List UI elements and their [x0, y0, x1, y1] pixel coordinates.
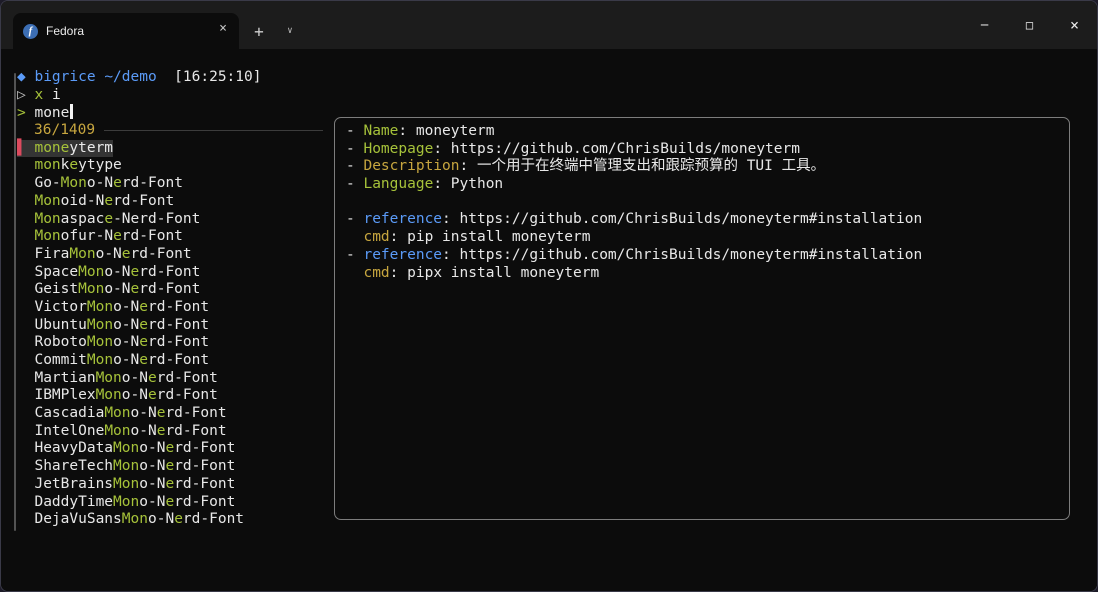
fzf-gutter	[17, 317, 34, 333]
fzf-gutter	[17, 440, 34, 456]
fzf-gutter	[17, 334, 34, 350]
prompt-username: bigrice	[34, 69, 95, 85]
fzf-gutter	[17, 228, 34, 244]
fzf-gutter	[17, 476, 34, 492]
new-tab-button[interactable]: +	[245, 17, 273, 45]
fzf-query-input[interactable]: > mone	[17, 104, 323, 122]
close-icon: ×	[1070, 16, 1079, 34]
fzf-gutter	[17, 246, 34, 262]
preview-line: - Name: moneyterm	[346, 123, 1058, 141]
list-item[interactable]: MartianMono-Nerd-Font	[17, 370, 323, 388]
tab-fedora[interactable]: f Fedora ×	[13, 13, 239, 49]
list-item[interactable]: HeavyDataMono-Nerd-Font	[17, 440, 323, 458]
preview-panel: - Name: moneyterm- Homepage: https://git…	[334, 117, 1070, 520]
maximize-button[interactable]: □	[1007, 1, 1052, 49]
command-name: x	[34, 87, 43, 103]
list-item[interactable]: Go-Mono-Nerd-Font	[17, 175, 323, 193]
tab-close-icon[interactable]: ×	[213, 21, 233, 41]
preview-line: cmd: pip install moneyterm	[346, 229, 1058, 247]
shell-prompt-line: ◆ bigrice ~/demo [16:25:10]	[17, 69, 1097, 87]
list-item[interactable]: FiraMono-Nerd-Font	[17, 246, 323, 264]
titlebar: f Fedora × + ∨ ─ □ ×	[1, 1, 1097, 49]
preview-line	[346, 194, 1058, 212]
list-item[interactable]: ShareTechMono-Nerd-Font	[17, 458, 323, 476]
maximize-icon: □	[1026, 18, 1033, 32]
list-item[interactable]: Monoid-Nerd-Font	[17, 193, 323, 211]
fzf-pointer-icon: ▌	[17, 140, 34, 156]
prompt-diamond-icon: ◆	[17, 69, 26, 85]
fzf-query-text: mone	[34, 105, 69, 121]
list-item[interactable]: DaddyTimeMono-Nerd-Font	[17, 494, 323, 512]
fzf-gutter	[17, 423, 34, 439]
fzf-gutter	[17, 494, 34, 510]
fzf-gutter	[17, 264, 34, 280]
fedora-logo-icon: f	[23, 24, 38, 39]
fzf-results-list: ▌ moneyterm monkeytype Go-Mono-Nerd-Font…	[17, 140, 323, 529]
tab-dropdown-button[interactable]: ∨	[279, 17, 301, 45]
fzf-gutter	[17, 281, 34, 297]
minimize-icon: ─	[981, 18, 988, 32]
preview-line: - Language: Python	[346, 176, 1058, 194]
list-item[interactable]: UbuntuMono-Nerd-Font	[17, 317, 323, 335]
list-item[interactable]: CascadiaMono-Nerd-Font	[17, 405, 323, 423]
preview-line: - reference: https://github.com/ChrisBui…	[346, 211, 1058, 229]
terminal-content[interactable]: ◆ bigrice ~/demo [16:25:10] ▷ x i > mone…	[1, 49, 1097, 592]
list-item[interactable]: SpaceMono-Nerd-Font	[17, 264, 323, 282]
command-arrow-icon: ▷	[17, 87, 26, 103]
list-item[interactable]: Monaspace-Nerd-Font	[17, 211, 323, 229]
fzf-gutter	[17, 370, 34, 386]
fzf-prompt-icon: >	[17, 105, 26, 121]
list-item[interactable]: GeistMono-Nerd-Font	[17, 281, 323, 299]
tab-title: Fedora	[46, 24, 205, 38]
fzf-gutter	[17, 157, 34, 173]
fzf-separator	[104, 130, 323, 131]
preview-line: - Description: 一个用于在终端中管理支出和跟踪预算的 TUI 工具…	[346, 158, 1058, 176]
terminal-window: f Fedora × + ∨ ─ □ × ◆ bigrice ~/demo [1…	[0, 0, 1098, 592]
list-item[interactable]: VictorMono-Nerd-Font	[17, 299, 323, 317]
list-item[interactable]: DejaVuSansMono-Nerd-Font	[17, 511, 323, 529]
fzf-gutter	[17, 299, 34, 315]
fzf-pane: > mone 36/1409 ▌ moneyterm monkeytype Go…	[17, 104, 323, 529]
fzf-gutter	[17, 458, 34, 474]
fzf-gutter	[17, 511, 34, 527]
left-scroll-indicator	[14, 73, 16, 531]
list-item[interactable]: Monofur-Nerd-Font	[17, 228, 323, 246]
terminal-cursor	[70, 104, 73, 119]
fzf-gutter	[17, 175, 34, 191]
list-item[interactable]: monkeytype	[17, 157, 323, 175]
fzf-gutter	[17, 352, 34, 368]
list-item[interactable]: JetBrainsMono-Nerd-Font	[17, 476, 323, 494]
fzf-gutter	[17, 405, 34, 421]
preview-line: - reference: https://github.com/ChrisBui…	[346, 247, 1058, 265]
fzf-info-line: 36/1409	[17, 122, 323, 140]
preview-line: cmd: pipx install moneyterm	[346, 265, 1058, 283]
prompt-path: ~/demo	[104, 69, 156, 85]
preview-content: - Name: moneyterm- Homepage: https://git…	[346, 123, 1058, 282]
prompt-timestamp: [16:25:10]	[174, 69, 261, 85]
minimize-button[interactable]: ─	[962, 1, 1007, 49]
list-item[interactable]: IBMPlexMono-Nerd-Font	[17, 387, 323, 405]
close-button[interactable]: ×	[1052, 1, 1097, 49]
fzf-gutter	[17, 211, 34, 227]
command-arg: i	[52, 87, 61, 103]
list-item[interactable]: CommitMono-Nerd-Font	[17, 352, 323, 370]
fzf-gutter	[17, 193, 34, 209]
list-item[interactable]: ▌ moneyterm	[17, 140, 323, 158]
command-line: ▷ x i	[17, 87, 1097, 105]
list-item[interactable]: IntelOneMono-Nerd-Font	[17, 423, 323, 441]
window-controls: ─ □ ×	[962, 1, 1097, 49]
fzf-gutter	[17, 387, 34, 403]
preview-line: - Homepage: https://github.com/ChrisBuil…	[346, 141, 1058, 159]
fzf-match-counter: 36/1409	[34, 122, 95, 140]
list-item[interactable]: RobotoMono-Nerd-Font	[17, 334, 323, 352]
